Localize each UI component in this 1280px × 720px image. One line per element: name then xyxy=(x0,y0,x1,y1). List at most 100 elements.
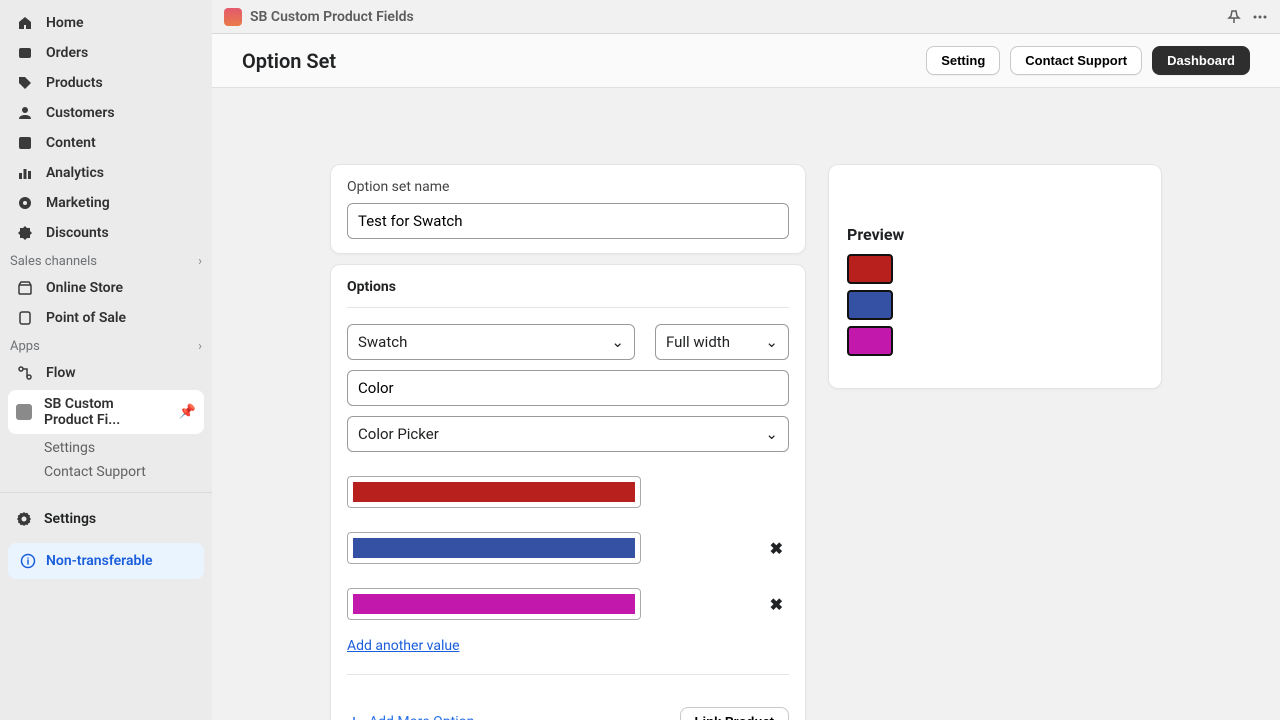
nav-home[interactable]: Home xyxy=(8,8,204,38)
options-card: Options Swatch⌄ Full width⌄ Color Picker… xyxy=(330,264,806,720)
link-product-button[interactable]: Link Product xyxy=(680,707,789,720)
app-title: SB Custom Product Fields xyxy=(250,9,414,25)
option-type-select[interactable]: Swatch ⌄ xyxy=(347,324,635,360)
nav-sub-contact[interactable]: Contact Support xyxy=(0,460,212,484)
nav-flow[interactable]: Flow xyxy=(8,358,204,388)
nav-settings[interactable]: Settings xyxy=(0,501,212,537)
nav-sb-custom[interactable]: SB Custom Product Fi... 📌 xyxy=(8,390,204,434)
color-value-row: ✖ xyxy=(347,588,789,620)
select-value: Swatch xyxy=(358,333,407,351)
content: Option set name Options Swatch ⌄ Full wid… xyxy=(212,88,1280,720)
pos-icon xyxy=(16,309,34,327)
nav-orders[interactable]: Orders xyxy=(8,38,204,68)
swatch-method-select[interactable]: Color Picker ⌄ xyxy=(347,416,789,452)
color-input[interactable] xyxy=(347,476,641,508)
home-icon xyxy=(16,14,34,32)
customers-icon xyxy=(16,104,34,122)
orders-icon xyxy=(16,44,34,62)
name-label: Option set name xyxy=(347,179,789,195)
color-value-row xyxy=(347,476,789,508)
chevron-down-icon: ⌄ xyxy=(765,425,778,443)
sidebar: Home Orders Products Customers Content A… xyxy=(0,0,212,720)
plus-icon xyxy=(347,715,361,720)
topbar: SB Custom Product Fields xyxy=(212,0,1280,34)
more-icon[interactable] xyxy=(1252,9,1268,25)
chevron-down-icon: ⌄ xyxy=(611,333,624,351)
preview-swatch[interactable] xyxy=(847,254,893,284)
app-icon xyxy=(16,403,32,421)
analytics-icon xyxy=(16,164,34,182)
header-bar: Option Set Setting Contact Support Dashb… xyxy=(212,34,1280,88)
dashboard-button[interactable]: Dashboard xyxy=(1152,46,1250,75)
color-fill xyxy=(353,538,635,558)
nav-pos[interactable]: Point of Sale xyxy=(8,303,204,333)
option-label-input[interactable] xyxy=(347,370,789,406)
remove-value-button[interactable]: ✖ xyxy=(770,595,789,614)
nav-label: Marketing xyxy=(46,195,110,211)
remove-value-button[interactable]: ✖ xyxy=(770,539,789,558)
setting-button[interactable]: Setting xyxy=(926,46,1000,75)
nav-products[interactable]: Products xyxy=(8,68,204,98)
nav-label: Flow xyxy=(46,365,76,381)
color-fill xyxy=(353,482,635,502)
add-more-option-button[interactable]: Add More Option xyxy=(347,714,474,720)
preview-swatch[interactable] xyxy=(847,326,893,356)
preview-title: Preview xyxy=(847,225,1143,244)
nav-customers[interactable]: Customers xyxy=(8,98,204,128)
nav-online-store[interactable]: Online Store xyxy=(8,273,204,303)
nav-marketing[interactable]: Marketing xyxy=(8,188,204,218)
section-label: Apps xyxy=(10,339,40,354)
nav-label: Online Store xyxy=(46,280,123,296)
nav-label: Customers xyxy=(46,105,115,121)
app-logo-icon xyxy=(224,8,242,26)
marketing-icon xyxy=(16,194,34,212)
chevron-right-icon: › xyxy=(198,339,202,354)
chevron-right-icon: › xyxy=(198,254,202,269)
nav-label: Point of Sale xyxy=(46,310,126,326)
add-more-label: Add More Option xyxy=(369,714,474,720)
color-input[interactable] xyxy=(347,588,641,620)
color-value-row: ✖ xyxy=(347,532,789,564)
products-icon xyxy=(16,74,34,92)
nav-label: Content xyxy=(46,135,96,151)
content-icon xyxy=(16,134,34,152)
info-icon xyxy=(20,553,36,569)
add-another-value-link[interactable]: Add another value xyxy=(347,638,460,654)
pin-icon[interactable] xyxy=(1226,9,1242,25)
store-icon xyxy=(16,279,34,297)
select-value: Color Picker xyxy=(358,425,439,443)
option-set-name-input[interactable] xyxy=(347,203,789,239)
section-label: Sales channels xyxy=(10,254,97,269)
nav-label: Discounts xyxy=(46,225,109,241)
page-title: Option Set xyxy=(242,49,336,73)
non-transferable-banner[interactable]: Non-transferable xyxy=(8,543,204,579)
apps-header[interactable]: Apps › xyxy=(0,333,212,358)
color-input[interactable] xyxy=(347,532,641,564)
banner-label: Non-transferable xyxy=(46,553,153,569)
color-fill xyxy=(353,594,635,614)
contact-support-button[interactable]: Contact Support xyxy=(1010,46,1142,75)
select-value: Full width xyxy=(666,333,730,351)
sales-channels-header[interactable]: Sales channels › xyxy=(0,248,212,273)
gear-icon xyxy=(16,511,32,527)
divider xyxy=(0,492,212,493)
flow-icon xyxy=(16,364,34,382)
divider xyxy=(347,674,789,675)
preview-swatch[interactable] xyxy=(847,290,893,320)
nav-label: Products xyxy=(46,75,103,91)
main: SB Custom Product Fields Option Set Sett… xyxy=(212,0,1280,720)
options-title: Options xyxy=(347,279,789,295)
nav-sub-settings[interactable]: Settings xyxy=(0,436,212,460)
divider xyxy=(347,307,789,308)
preview-card: Preview xyxy=(828,164,1162,389)
nav-analytics[interactable]: Analytics xyxy=(8,158,204,188)
nav-label: Analytics xyxy=(46,165,104,181)
nav-label: Home xyxy=(46,15,84,31)
nav-label: SB Custom Product Fi... xyxy=(44,396,167,428)
nav-content[interactable]: Content xyxy=(8,128,204,158)
discounts-icon xyxy=(16,224,34,242)
width-select[interactable]: Full width⌄ xyxy=(655,324,789,360)
settings-label: Settings xyxy=(44,511,96,527)
pin-icon[interactable]: 📌 xyxy=(179,404,196,420)
nav-discounts[interactable]: Discounts xyxy=(8,218,204,248)
